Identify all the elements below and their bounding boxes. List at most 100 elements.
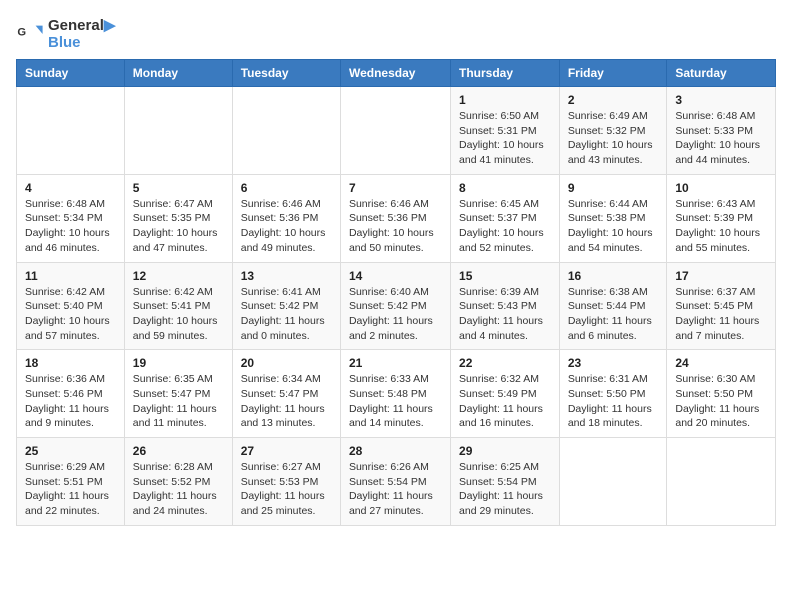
weekday-header: Sunday: [17, 60, 125, 87]
day-info: Sunrise: 6:31 AM Sunset: 5:50 PM Dayligh…: [568, 372, 659, 431]
day-number: 20: [241, 356, 332, 370]
calendar-cell: 7 Sunrise: 6:46 AM Sunset: 5:36 PM Daylig…: [340, 174, 450, 262]
calendar-header: SundayMondayTuesdayWednesdayThursdayFrid…: [17, 60, 776, 87]
day-info: Sunrise: 6:32 AM Sunset: 5:49 PM Dayligh…: [459, 372, 551, 431]
calendar-body: 1 Sunrise: 6:50 AM Sunset: 5:31 PM Daylig…: [17, 87, 776, 526]
calendar-cell: [124, 87, 232, 175]
day-info: Sunrise: 6:36 AM Sunset: 5:46 PM Dayligh…: [25, 372, 116, 431]
calendar-cell: [232, 87, 340, 175]
calendar-cell: 4 Sunrise: 6:48 AM Sunset: 5:34 PM Daylig…: [17, 174, 125, 262]
calendar-cell: [17, 87, 125, 175]
day-info: Sunrise: 6:27 AM Sunset: 5:53 PM Dayligh…: [241, 460, 332, 519]
day-number: 23: [568, 356, 659, 370]
day-number: 21: [349, 356, 442, 370]
calendar-cell: 23 Sunrise: 6:31 AM Sunset: 5:50 PM Dayli…: [559, 350, 667, 438]
day-info: Sunrise: 6:44 AM Sunset: 5:38 PM Dayligh…: [568, 197, 659, 256]
logo-icon: G: [16, 20, 44, 48]
calendar-cell: 14 Sunrise: 6:40 AM Sunset: 5:42 PM Dayli…: [340, 262, 450, 350]
day-info: Sunrise: 6:45 AM Sunset: 5:37 PM Dayligh…: [459, 197, 551, 256]
day-number: 9: [568, 181, 659, 195]
calendar-cell: 5Sunrise: 6:47 AM Sunset: 5:35 PM Daylig…: [124, 174, 232, 262]
day-number: 16: [568, 269, 659, 283]
logo-text: General▶ Blue: [48, 16, 115, 51]
weekday-header: Thursday: [451, 60, 560, 87]
day-number: 29: [459, 444, 551, 458]
day-info: Sunrise: 6:37 AM Sunset: 5:45 PM Dayligh…: [675, 285, 767, 344]
calendar-cell: 6 Sunrise: 6:46 AM Sunset: 5:36 PM Daylig…: [232, 174, 340, 262]
day-info: Sunrise: 6:38 AM Sunset: 5:44 PM Dayligh…: [568, 285, 659, 344]
calendar-cell: 10 Sunrise: 6:43 AM Sunset: 5:39 PM Dayli…: [667, 174, 776, 262]
day-info: Sunrise: 6:48 AM Sunset: 5:34 PM Dayligh…: [25, 197, 116, 256]
calendar-cell: 8 Sunrise: 6:45 AM Sunset: 5:37 PM Daylig…: [451, 174, 560, 262]
day-info: Sunrise: 6:25 AM Sunset: 5:54 PM Dayligh…: [459, 460, 551, 519]
day-number: 3: [675, 93, 767, 107]
calendar-cell: 28 Sunrise: 6:26 AM Sunset: 5:54 PM Dayli…: [340, 438, 450, 526]
calendar-cell: 24Sunrise: 6:30 AM Sunset: 5:50 PM Dayli…: [667, 350, 776, 438]
calendar-week-row: 18 Sunrise: 6:36 AM Sunset: 5:46 PM Dayli…: [17, 350, 776, 438]
calendar-week-row: 4 Sunrise: 6:48 AM Sunset: 5:34 PM Daylig…: [17, 174, 776, 262]
day-info: Sunrise: 6:29 AM Sunset: 5:51 PM Dayligh…: [25, 460, 116, 519]
day-number: 27: [241, 444, 332, 458]
weekday-header: Monday: [124, 60, 232, 87]
day-info: Sunrise: 6:49 AM Sunset: 5:32 PM Dayligh…: [568, 109, 659, 168]
day-number: 19: [133, 356, 224, 370]
calendar-cell: 22 Sunrise: 6:32 AM Sunset: 5:49 PM Dayli…: [451, 350, 560, 438]
day-info: Sunrise: 6:46 AM Sunset: 5:36 PM Dayligh…: [241, 197, 332, 256]
day-number: 7: [349, 181, 442, 195]
calendar-week-row: 11 Sunrise: 6:42 AM Sunset: 5:40 PM Dayli…: [17, 262, 776, 350]
day-info: Sunrise: 6:47 AM Sunset: 5:35 PM Dayligh…: [133, 197, 224, 256]
day-number: 22: [459, 356, 551, 370]
day-info: Sunrise: 6:43 AM Sunset: 5:39 PM Dayligh…: [675, 197, 767, 256]
calendar-cell: 21 Sunrise: 6:33 AM Sunset: 5:48 PM Dayli…: [340, 350, 450, 438]
day-info: Sunrise: 6:48 AM Sunset: 5:33 PM Dayligh…: [675, 109, 767, 168]
weekday-header: Wednesday: [340, 60, 450, 87]
calendar-cell: 1 Sunrise: 6:50 AM Sunset: 5:31 PM Daylig…: [451, 87, 560, 175]
day-number: 6: [241, 181, 332, 195]
day-info: Sunrise: 6:46 AM Sunset: 5:36 PM Dayligh…: [349, 197, 442, 256]
day-info: Sunrise: 6:26 AM Sunset: 5:54 PM Dayligh…: [349, 460, 442, 519]
calendar-week-row: 25 Sunrise: 6:29 AM Sunset: 5:51 PM Dayli…: [17, 438, 776, 526]
day-number: 4: [25, 181, 116, 195]
day-number: 1: [459, 93, 551, 107]
day-number: 25: [25, 444, 116, 458]
day-number: 11: [25, 269, 116, 283]
day-info: Sunrise: 6:40 AM Sunset: 5:42 PM Dayligh…: [349, 285, 442, 344]
day-number: 12: [133, 269, 224, 283]
calendar-cell: 13 Sunrise: 6:41 AM Sunset: 5:42 PM Dayli…: [232, 262, 340, 350]
svg-text:G: G: [17, 26, 26, 38]
weekday-header-row: SundayMondayTuesdayWednesdayThursdayFrid…: [17, 60, 776, 87]
day-number: 18: [25, 356, 116, 370]
day-info: Sunrise: 6:50 AM Sunset: 5:31 PM Dayligh…: [459, 109, 551, 168]
calendar-cell: [559, 438, 667, 526]
day-info: Sunrise: 6:28 AM Sunset: 5:52 PM Dayligh…: [133, 460, 224, 519]
weekday-header: Tuesday: [232, 60, 340, 87]
day-number: 17: [675, 269, 767, 283]
day-info: Sunrise: 6:39 AM Sunset: 5:43 PM Dayligh…: [459, 285, 551, 344]
calendar-cell: 17 Sunrise: 6:37 AM Sunset: 5:45 PM Dayli…: [667, 262, 776, 350]
calendar-cell: 2Sunrise: 6:49 AM Sunset: 5:32 PM Daylig…: [559, 87, 667, 175]
day-info: Sunrise: 6:42 AM Sunset: 5:40 PM Dayligh…: [25, 285, 116, 344]
calendar-cell: 27 Sunrise: 6:27 AM Sunset: 5:53 PM Dayli…: [232, 438, 340, 526]
day-number: 24: [675, 356, 767, 370]
calendar-table: SundayMondayTuesdayWednesdayThursdayFrid…: [16, 59, 776, 526]
day-number: 8: [459, 181, 551, 195]
day-number: 10: [675, 181, 767, 195]
calendar-week-row: 1 Sunrise: 6:50 AM Sunset: 5:31 PM Daylig…: [17, 87, 776, 175]
logo: G General▶ Blue: [16, 16, 115, 51]
calendar-cell: 18 Sunrise: 6:36 AM Sunset: 5:46 PM Dayli…: [17, 350, 125, 438]
day-number: 13: [241, 269, 332, 283]
day-number: 15: [459, 269, 551, 283]
calendar-cell: 29 Sunrise: 6:25 AM Sunset: 5:54 PM Dayli…: [451, 438, 560, 526]
day-info: Sunrise: 6:41 AM Sunset: 5:42 PM Dayligh…: [241, 285, 332, 344]
calendar-cell: 16 Sunrise: 6:38 AM Sunset: 5:44 PM Dayli…: [559, 262, 667, 350]
day-info: Sunrise: 6:35 AM Sunset: 5:47 PM Dayligh…: [133, 372, 224, 431]
day-info: Sunrise: 6:33 AM Sunset: 5:48 PM Dayligh…: [349, 372, 442, 431]
header: G General▶ Blue: [16, 16, 776, 51]
calendar-cell: 12Sunrise: 6:42 AM Sunset: 5:41 PM Dayli…: [124, 262, 232, 350]
day-number: 28: [349, 444, 442, 458]
day-info: Sunrise: 6:34 AM Sunset: 5:47 PM Dayligh…: [241, 372, 332, 431]
calendar-cell: [667, 438, 776, 526]
day-number: 14: [349, 269, 442, 283]
calendar-cell: 19 Sunrise: 6:35 AM Sunset: 5:47 PM Dayli…: [124, 350, 232, 438]
weekday-header: Saturday: [667, 60, 776, 87]
